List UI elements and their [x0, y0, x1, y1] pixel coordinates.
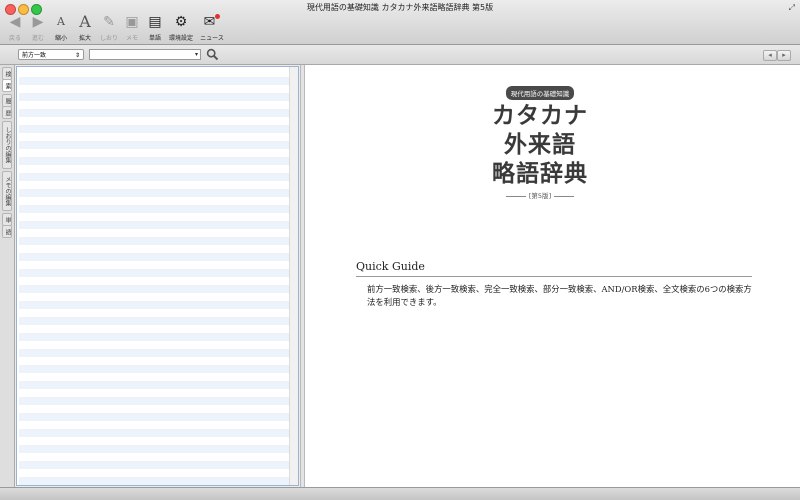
- tab-label: 検: [4, 70, 11, 77]
- status-bar: [0, 487, 800, 500]
- wordbook-icon: ▤: [148, 14, 162, 30]
- font-larger-icon: A: [79, 12, 91, 31]
- chevron-down-icon[interactable]: ▾: [195, 50, 198, 60]
- search-mode-value: 前方一致: [22, 52, 47, 59]
- tab-history-2[interactable]: 歴: [2, 106, 12, 119]
- results-list[interactable]: [16, 66, 299, 486]
- tab-label: メモの編集: [4, 176, 11, 206]
- tab-label: 履: [4, 97, 11, 104]
- side-tab-strip: 検 索 履 歴 しおりの編集 メモの編集 単 語: [0, 65, 15, 487]
- tab-label: しおりの編集: [4, 127, 11, 163]
- gear-icon: ⚙: [174, 14, 188, 30]
- wordbook-label: 単語: [148, 35, 161, 42]
- search-bar: 前方一致 ⇕ ▾ ◂ ▸: [0, 45, 800, 65]
- results-scrollbar[interactable]: [289, 67, 298, 485]
- tab-label: 索: [4, 82, 11, 89]
- tab-label: 歴: [4, 109, 11, 116]
- wordbook-button[interactable]: ▤ 単語: [142, 14, 168, 42]
- results-rows[interactable]: [19, 69, 289, 485]
- news-label: ニュース: [200, 35, 224, 42]
- dictionary-cover: 現代用語の基礎知識 カタカナ 外来語 略語辞典 [第5版]: [490, 81, 590, 200]
- series-badge: 現代用語の基礎知識: [505, 86, 575, 100]
- tab-label: 語: [4, 228, 11, 235]
- search-input[interactable]: ▾: [89, 49, 201, 60]
- quick-guide-body: 前方一致検索、後方一致検索、完全一致検索、部分一致検索、AND/OR検索、全文検…: [367, 284, 752, 307]
- font-smaller-label: 縮小: [54, 35, 67, 42]
- fullscreen-icon[interactable]: ⤢: [789, 3, 795, 13]
- news-icon: ✉: [199, 14, 225, 30]
- tab-memo-edit[interactable]: メモの編集: [2, 171, 12, 211]
- preferences-button[interactable]: ⚙ 環境設定: [168, 14, 194, 42]
- search-mode-select[interactable]: 前方一致 ⇕: [18, 49, 84, 60]
- divider: [356, 276, 752, 277]
- tab-wordbook-2[interactable]: 語: [2, 225, 12, 238]
- font-larger-label: 拡大: [78, 35, 91, 42]
- search-icon[interactable]: [206, 48, 219, 61]
- content-pane: 現代用語の基礎知識 カタカナ 外来語 略語辞典 [第5版] Quick Guid…: [305, 65, 800, 487]
- book-title-line: 略語辞典: [492, 161, 588, 187]
- book-title: カタカナ 外来語 略語辞典: [490, 102, 590, 189]
- quick-guide-heading: Quick Guide: [356, 260, 425, 273]
- tab-label: 単: [4, 216, 11, 223]
- book-title-line: カタカナ: [492, 103, 588, 129]
- tab-search-2[interactable]: 索: [2, 79, 12, 92]
- preferences-label: 環境設定: [168, 35, 193, 42]
- font-larger-button[interactable]: A 拡大: [72, 12, 98, 43]
- font-smaller-icon: A: [57, 15, 65, 28]
- window-titlebar: 現代用語の基礎知識 カタカナ外来語略語辞典 第5版 ⤢ ◀ 戻る ▶ 進む A …: [0, 0, 800, 45]
- news-button[interactable]: ✉ ニュース: [199, 14, 225, 42]
- tab-bookmark-edit[interactable]: しおりの編集: [2, 121, 12, 169]
- book-title-line: 外来語: [504, 132, 576, 158]
- window-title: 現代用語の基礎知識 カタカナ外来語略語辞典 第5版: [306, 3, 494, 12]
- updown-arrows-icon: ⇕: [74, 52, 80, 59]
- font-smaller-button[interactable]: A 縮小: [48, 14, 74, 42]
- page-back-button[interactable]: ◂: [763, 50, 777, 61]
- edition-value: 第5版: [531, 192, 549, 200]
- edition-label: [第5版]: [490, 190, 590, 200]
- page-forward-button[interactable]: ▸: [777, 50, 791, 61]
